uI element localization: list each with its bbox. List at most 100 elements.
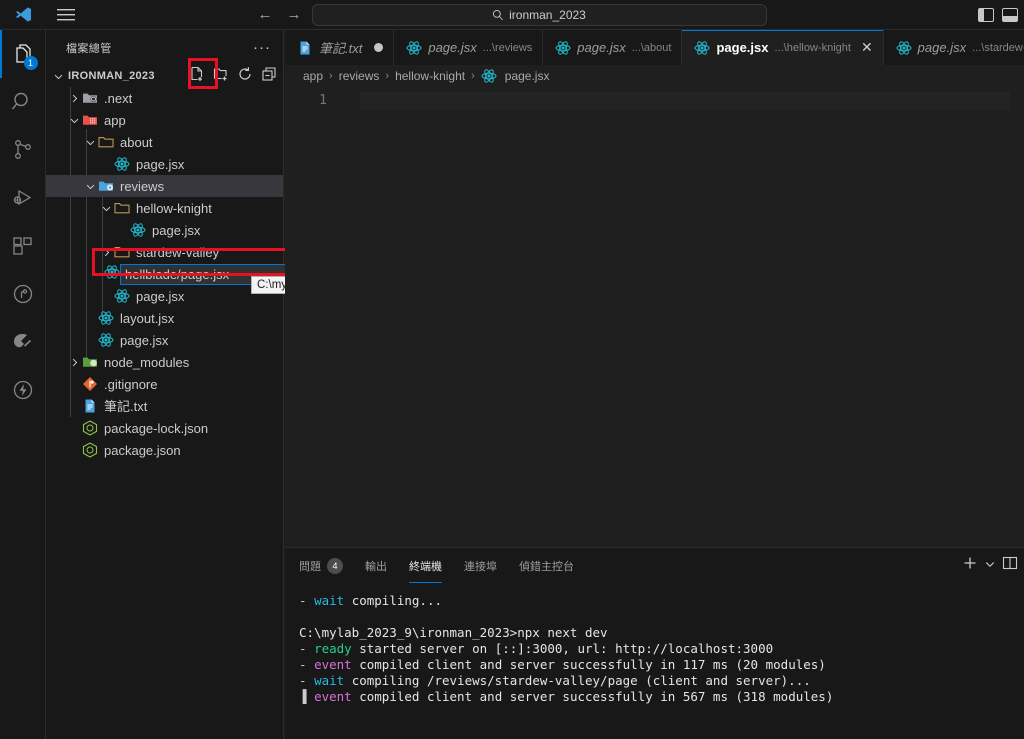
react-icon — [406, 40, 422, 56]
tree-folder-app[interactable]: app — [46, 109, 283, 131]
activity-item-thunder-client[interactable] — [0, 366, 46, 414]
breadcrumb-item[interactable]: hellow-knight — [395, 69, 465, 83]
panel-tab[interactable]: 連接埠 — [464, 548, 497, 583]
bottom-panel: 問題 4 輸出 終端機 連接埠 偵錯主控台 - wait compiling... C:\… — [285, 547, 1024, 739]
editor-area[interactable]: 1 — [285, 87, 1024, 547]
sidebar-more-actions[interactable]: ··· — [247, 39, 277, 56]
activity-item-search[interactable] — [0, 78, 46, 126]
current-line-highlight — [360, 92, 1010, 109]
new-folder-icon[interactable] — [213, 66, 229, 87]
close-icon[interactable]: ✕ — [861, 39, 873, 56]
command-center-search[interactable]: ironman_2023 — [311, 3, 767, 26]
tab-description: ...\reviews — [482, 41, 533, 54]
thunder-bolt-icon — [13, 380, 32, 400]
terminal-output[interactable]: - wait compiling... C:\mylab_2023_9\iron… — [285, 583, 1024, 705]
explorer-actions — [189, 65, 277, 87]
tree-file-.txt[interactable]: 筆記.txt — [46, 395, 283, 417]
activity-item-source-control[interactable] — [0, 126, 46, 174]
tree-file-page.jsx[interactable]: page.jsx — [46, 285, 283, 307]
tree-file-page.jsx[interactable]: page.jsx — [46, 219, 283, 241]
tree-file-page.jsx[interactable]: page.jsx — [46, 329, 283, 351]
activity-item-explorer[interactable]: 1 — [0, 30, 46, 78]
react-icon — [481, 68, 497, 84]
split-editor-icon[interactable] — [1002, 555, 1018, 576]
tree-file-.gitignore[interactable]: .gitignore — [46, 373, 283, 395]
breadcrumb-separator: › — [385, 70, 390, 82]
chevron-down-icon[interactable] — [50, 68, 66, 84]
terminal-segment: event — [314, 689, 352, 704]
terminal-segment: event — [314, 657, 352, 672]
chevron-right-icon[interactable] — [66, 90, 82, 106]
chevron-down-icon[interactable] — [82, 178, 98, 194]
tree-file-page.jsx[interactable]: page.jsx — [46, 153, 283, 175]
refresh-icon[interactable] — [237, 66, 253, 87]
editor-tab[interactable]: page.jsx ...\reviews — [394, 30, 544, 65]
chevron-down-icon[interactable] — [82, 134, 98, 150]
new-file-icon[interactable] — [189, 66, 205, 87]
chevron-right-icon[interactable] — [66, 354, 82, 370]
text-file-icon — [82, 398, 98, 414]
tree-file-layout.jsx[interactable]: layout.jsx — [46, 307, 283, 329]
activity-item-testing[interactable] — [0, 270, 46, 318]
folder-icon — [114, 200, 130, 216]
activity-item-run-and-debug[interactable] — [0, 174, 46, 222]
search-icon — [11, 92, 28, 110]
new-file-input-row[interactable] — [46, 263, 292, 285]
react-icon — [98, 310, 114, 326]
beaker-icon — [13, 284, 32, 304]
tree-folder-hellow-knight[interactable]: hellow-knight — [46, 197, 283, 219]
terminal-segment: - — [299, 657, 315, 672]
editor-tab[interactable]: page.jsx ...\hellow-knight ✕ — [682, 30, 884, 65]
terminal-segment: wait — [314, 673, 345, 688]
back-icon[interactable]: ← — [258, 7, 273, 22]
activity-item-extensions[interactable] — [0, 222, 46, 270]
breadcrumb-item[interactable]: page.jsx — [505, 69, 550, 83]
editor-tab[interactable]: 筆記.txt — [285, 30, 395, 65]
tree-item-label: about — [120, 134, 153, 150]
tree-folder-about[interactable]: about — [46, 131, 283, 153]
toggle-panel-icon[interactable] — [1002, 7, 1018, 22]
terminal-segment: - — [299, 641, 315, 656]
tree-folder-node_modules[interactable]: node_modules — [46, 351, 283, 373]
chevron-right-icon[interactable] — [98, 244, 114, 260]
terminal-segment: - — [299, 673, 315, 688]
sidebar-title: 檔案總管 — [66, 42, 112, 55]
tree-folder-.next[interactable]: .next — [46, 87, 283, 109]
toggle-primary-sidebar-icon[interactable] — [978, 7, 994, 22]
editor-tab[interactable]: page.jsx ...\about — [543, 30, 683, 65]
forward-icon[interactable]: → — [287, 7, 302, 22]
chevron-down-icon[interactable] — [984, 557, 996, 575]
breadcrumb-item[interactable]: app — [303, 69, 323, 83]
tree-folder-reviews[interactable]: reviews — [46, 175, 283, 197]
panel-tab[interactable]: 終端機 — [409, 548, 442, 583]
collapse-all-icon[interactable] — [261, 66, 277, 87]
tree-folder-stardew-valley[interactable]: stardew-valley — [46, 241, 283, 263]
tab-dirty-indicator[interactable] — [374, 43, 384, 52]
npm-icon — [82, 420, 98, 436]
chevron-down-icon[interactable] — [98, 200, 114, 216]
activity-item-theme[interactable] — [0, 318, 46, 366]
tab-description: ...\stardew-va — [972, 41, 1024, 54]
tree-file-package-lock.json[interactable]: package-lock.json — [46, 417, 283, 439]
plus-icon[interactable] — [962, 555, 978, 576]
breadcrumb-item[interactable]: reviews — [339, 69, 380, 83]
explorer-root-row[interactable]: IRONMAN_2023 — [46, 65, 283, 87]
chevron-down-icon[interactable] — [66, 112, 82, 128]
tree-item-label: hellow-knight — [136, 200, 212, 216]
folder-open-blue-icon — [98, 178, 114, 194]
panel-tab[interactable]: 問題 4 — [299, 548, 343, 583]
root-folder-name: IRONMAN_2023 — [68, 70, 155, 82]
panel-tab[interactable]: 輸出 — [365, 548, 387, 583]
editor-tab[interactable]: page.jsx ...\stardew-va — [883, 30, 1024, 65]
tree-file-package.json[interactable]: package.json — [46, 439, 283, 461]
panel-tab-label: 偵錯主控台 — [519, 560, 574, 573]
panel-actions — [962, 548, 1018, 583]
react-icon — [130, 222, 146, 238]
tree-item-label: stardew-valley — [136, 244, 220, 260]
panel-tab[interactable]: 偵錯主控台 — [519, 548, 574, 583]
